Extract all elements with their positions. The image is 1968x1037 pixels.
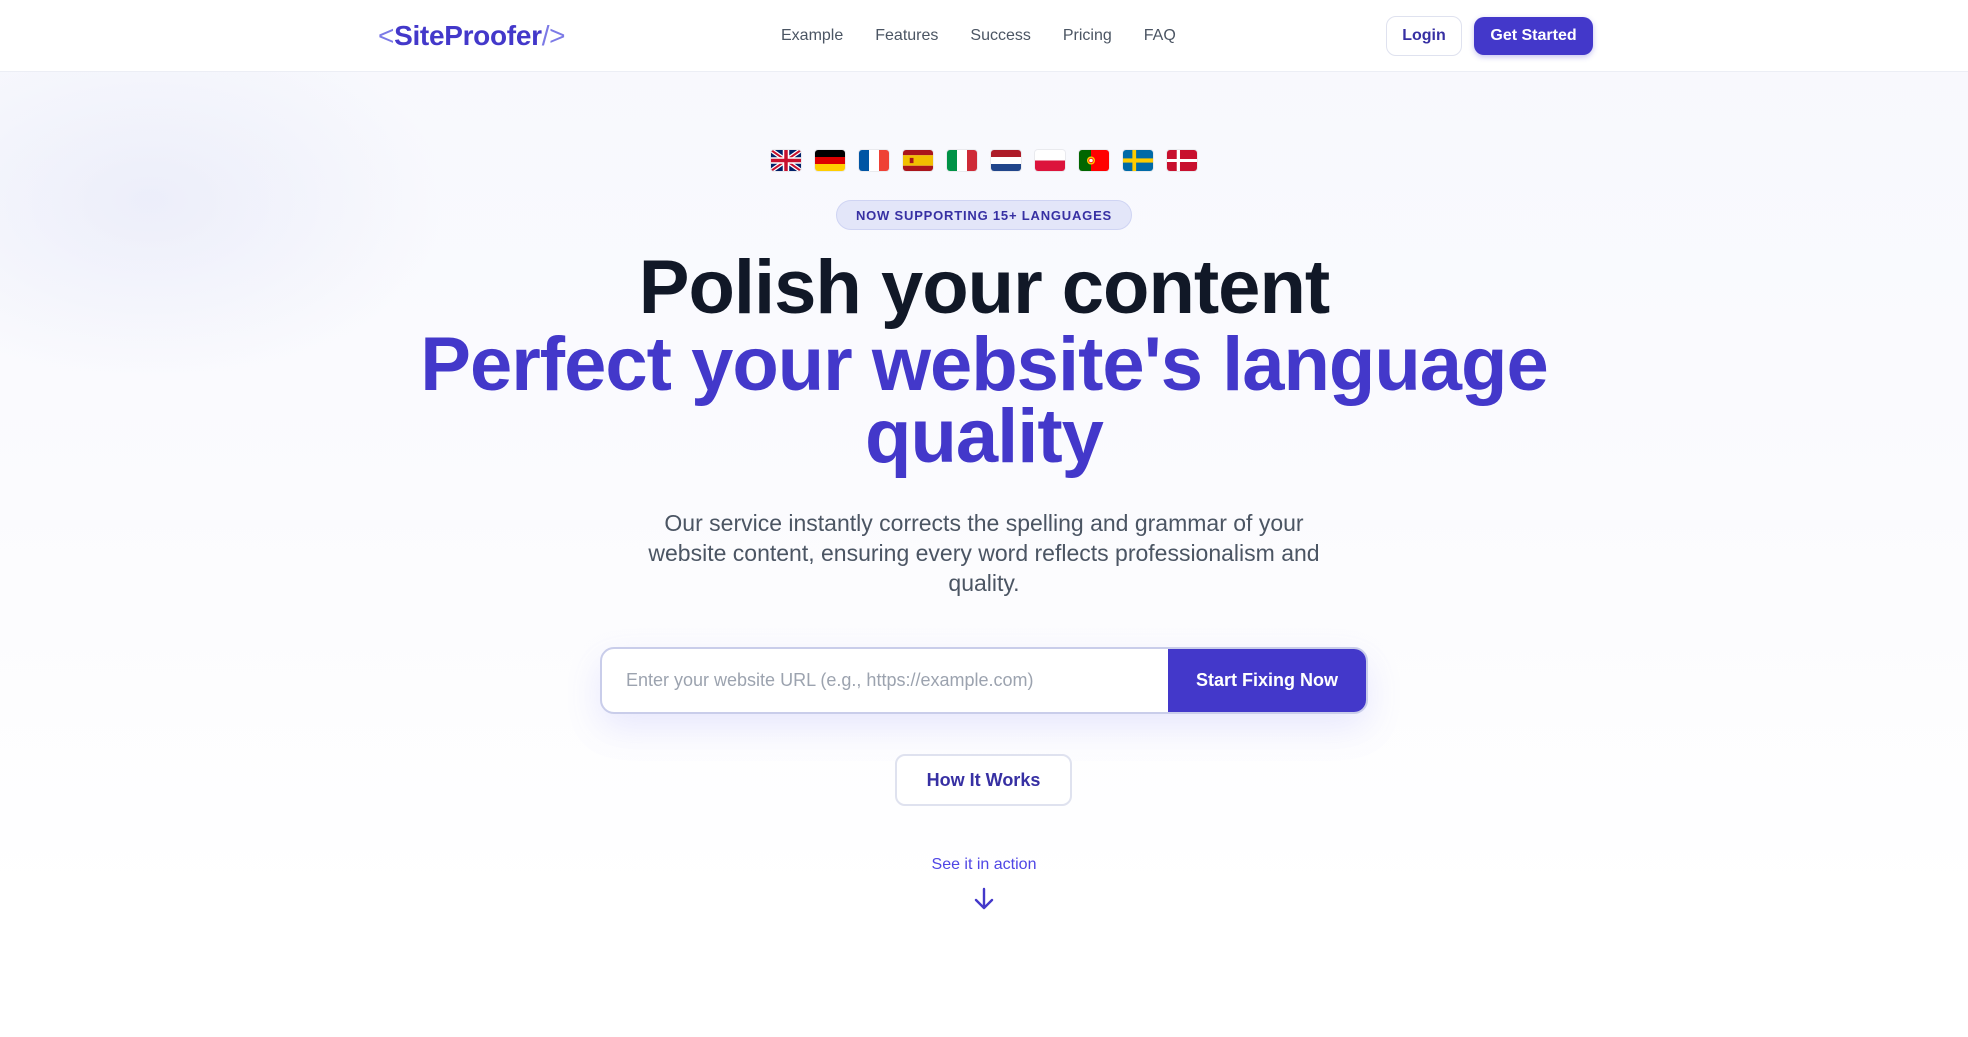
- logo[interactable]: < SiteProofer />: [378, 18, 566, 54]
- hero-subtitle: Our service instantly corrects the spell…: [648, 510, 1320, 596]
- netherlands-flag: [991, 150, 1021, 171]
- languages-badge: NOW SUPPORTING 15+ LANGUAGES: [836, 200, 1132, 230]
- uk-flag: [771, 150, 801, 171]
- spain-flag: [903, 150, 933, 171]
- site-header: < SiteProofer /> Example Features Succes…: [0, 0, 1968, 72]
- nav-example[interactable]: Example: [781, 27, 843, 45]
- poland-flag: [1035, 150, 1065, 171]
- portugal-flag: [1079, 150, 1109, 171]
- start-fixing-button[interactable]: Start Fixing Now: [1168, 649, 1366, 712]
- france-flag: [859, 150, 889, 171]
- italy-flag: [947, 150, 977, 171]
- get-started-button[interactable]: Get Started: [1474, 17, 1593, 55]
- denmark-flag: [1167, 150, 1197, 171]
- url-form: Start Fixing Now: [600, 647, 1368, 714]
- nav-success[interactable]: Success: [970, 27, 1030, 45]
- nav-faq[interactable]: FAQ: [1144, 27, 1176, 45]
- germany-flag: [815, 150, 845, 171]
- nav-features[interactable]: Features: [875, 27, 938, 45]
- logo-text: SiteProofer: [394, 20, 542, 51]
- logo-open-bracket: <: [378, 20, 395, 51]
- see-it-in-action-link[interactable]: See it in action: [0, 856, 1968, 874]
- nav-pricing[interactable]: Pricing: [1063, 27, 1112, 45]
- main-nav: Example Features Success Pricing FAQ: [781, 22, 1176, 50]
- sweden-flag: [1123, 150, 1153, 171]
- how-it-works-button[interactable]: How It Works: [895, 754, 1072, 806]
- arrow-down-icon[interactable]: [973, 886, 995, 912]
- website-url-input[interactable]: [602, 649, 1168, 712]
- login-button[interactable]: Login: [1386, 16, 1462, 56]
- language-flags: [771, 150, 1197, 172]
- hero-title: Polish your content: [638, 245, 1330, 330]
- hero-title-accent: Perfect your website's language quality: [420, 322, 1548, 479]
- logo-close-bracket: />: [541, 20, 566, 51]
